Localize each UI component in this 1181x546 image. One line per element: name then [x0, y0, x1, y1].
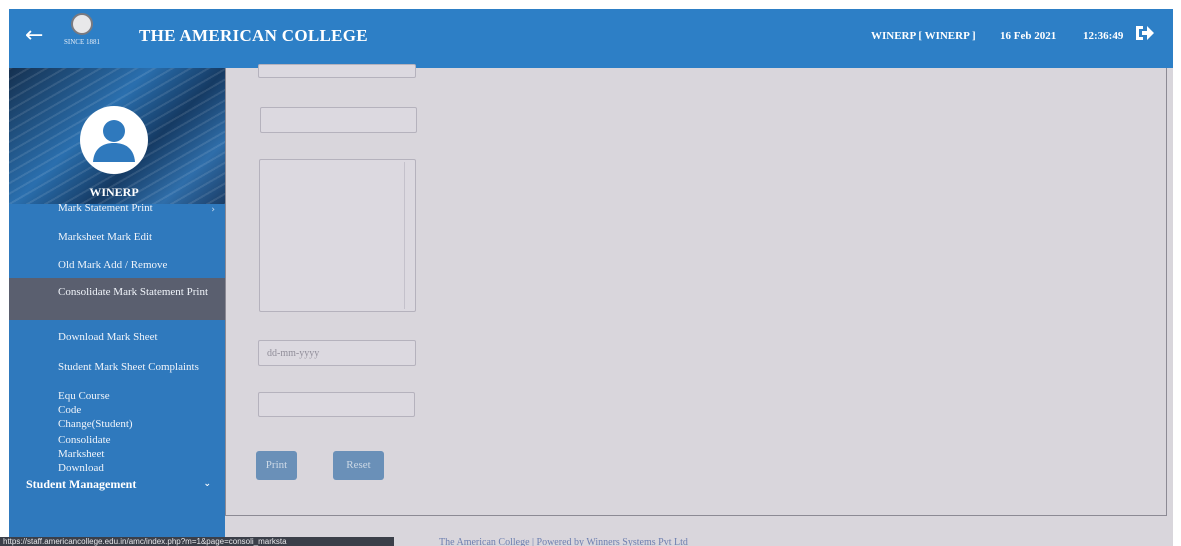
- sidebar-item-equ-course-code-change[interactable]: Equ Course Code Change(Student): [9, 380, 225, 430]
- current-time: 12:36:49: [1083, 30, 1124, 42]
- date-placeholder: dd-mm-yyyy: [267, 348, 320, 359]
- text-input[interactable]: [260, 107, 417, 133]
- print-button[interactable]: Print: [256, 451, 297, 480]
- footer-credit[interactable]: The American College | Powered by Winner…: [439, 537, 688, 546]
- sidebar-item-marksheet-mark-edit[interactable]: Marksheet Mark Edit: [9, 219, 225, 248]
- college-seal-icon: [71, 13, 93, 35]
- sidebar-menu: Mark Statement Print › Marksheet Mark Ed…: [9, 198, 225, 498]
- chevron-right-icon: ›: [211, 204, 215, 215]
- form-field-top[interactable]: [258, 64, 416, 78]
- sidebar-item-label: Old Mark Add / Remove: [58, 259, 168, 271]
- sidebar-item-mark-statement-print[interactable]: Mark Statement Print ›: [9, 198, 225, 219]
- sidebar: WINERP Mark Statement Print › Marksheet …: [9, 68, 225, 546]
- sidebar-item-label: Student Mark Sheet Complaints: [58, 361, 199, 373]
- status-bar-url: https://staff.americancollege.edu.in/amc…: [0, 537, 394, 546]
- current-date: 16 Feb 2021: [1000, 30, 1057, 42]
- sidebar-item-student-mark-sheet-complaints[interactable]: Student Mark Sheet Complaints: [9, 350, 225, 380]
- app-title: THE AMERICAN COLLEGE: [139, 26, 368, 45]
- sidebar-item-old-mark-add-remove[interactable]: Old Mark Add / Remove: [9, 248, 225, 278]
- main-content: dd-mm-yyyy Print Reset: [225, 64, 1167, 516]
- textarea-scrollbar[interactable]: [404, 162, 413, 309]
- college-logo[interactable]: SINCE 1881: [59, 13, 105, 63]
- sidebar-item-label: Download Mark Sheet: [58, 331, 158, 343]
- user-info: WINERP [ WINERP ]: [871, 30, 976, 42]
- reset-button[interactable]: Reset: [333, 451, 384, 480]
- chevron-down-icon: ⌄: [203, 479, 211, 489]
- text-input-2[interactable]: [258, 392, 415, 417]
- logo-caption: SINCE 1881: [64, 38, 100, 46]
- user-avatar-icon[interactable]: [80, 106, 148, 174]
- top-bar: ← SINCE 1881 THE AMERICAN COLLEGE WINERP…: [9, 9, 1173, 68]
- logout-icon[interactable]: [1133, 21, 1157, 45]
- page: ← SINCE 1881 THE AMERICAN COLLEGE WINERP…: [9, 9, 1173, 546]
- sidebar-item-label: Mark Statement Print: [58, 202, 153, 214]
- sidebar-item-consolidate-mark-statement-print[interactable]: Consolidate Mark Statement Print: [9, 278, 225, 320]
- remarks-textarea[interactable]: [259, 159, 416, 312]
- back-arrow-icon[interactable]: ←: [25, 21, 49, 51]
- sidebar-item-label: Consolidate Mark Statement Print: [58, 286, 209, 298]
- sidebar-item-download-mark-sheet[interactable]: Download Mark Sheet: [9, 320, 225, 350]
- section-label: Student Management: [26, 477, 137, 491]
- sidebar-section-student-management[interactable]: Student Management ⌄: [9, 468, 225, 498]
- profile-banner: WINERP: [9, 68, 225, 204]
- sidebar-item-consolidate-marksheet-download[interactable]: Consolidate Marksheet Download: [9, 424, 225, 474]
- sidebar-item-label: Marksheet Mark Edit: [58, 231, 153, 243]
- date-input[interactable]: dd-mm-yyyy: [258, 340, 416, 366]
